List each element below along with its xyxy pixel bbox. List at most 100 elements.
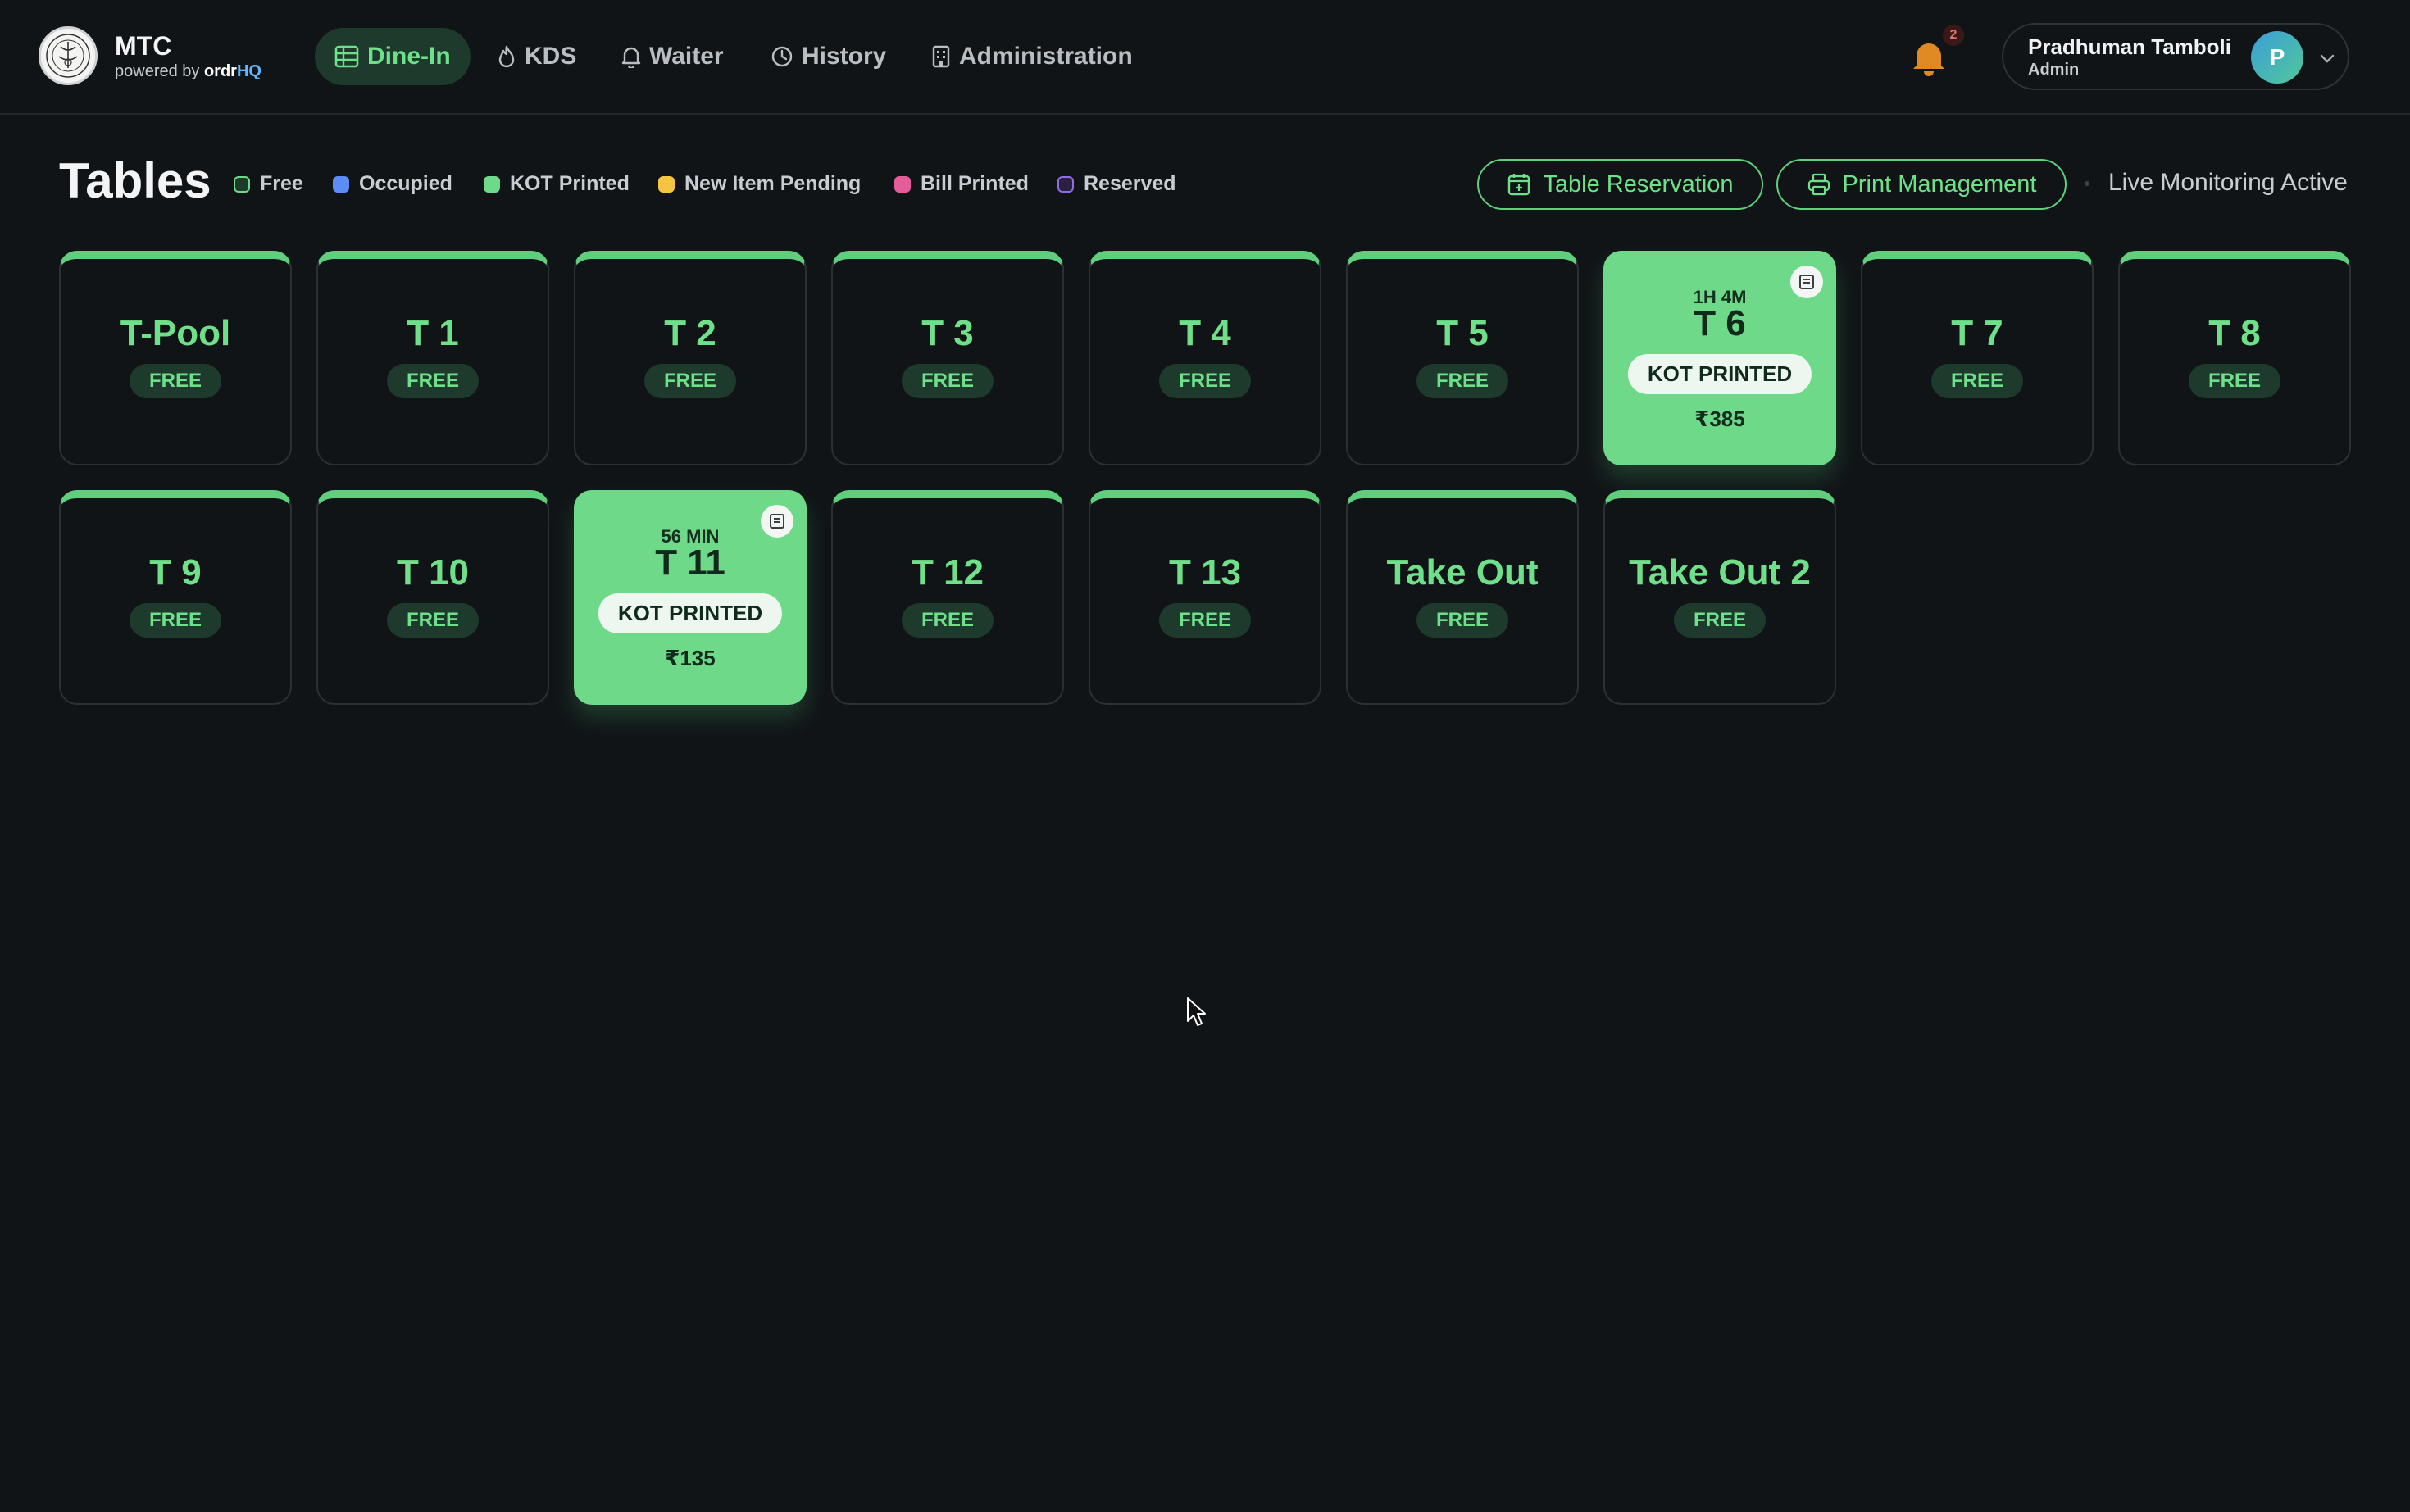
legend-reserved-label: Reserved: [1084, 172, 1176, 195]
legend-free-swatch: [234, 175, 250, 193]
table-name: T 5: [1436, 313, 1489, 353]
bell-icon: [621, 47, 641, 68]
powered-by-hq: HQ: [236, 62, 261, 80]
table-status-badge: FREE: [386, 603, 480, 638]
building-icon: [932, 45, 950, 68]
legend-reserved: Reserved: [1057, 172, 1176, 196]
table-card-t8[interactable]: T 8 FREE: [2118, 251, 2351, 465]
powered-by-prefix: powered by: [115, 62, 200, 80]
live-monitoring-status: Live Monitoring Active: [2108, 169, 2348, 196]
table-card-t13[interactable]: T 13 FREE: [1089, 490, 1321, 705]
table-status-badge: KOT PRINTED: [598, 593, 783, 633]
legend-occupied: Occupied: [333, 172, 452, 196]
table-reservation-label: Table Reservation: [1543, 170, 1734, 198]
legend-new-item-pending: New Item Pending: [658, 172, 861, 196]
table-card-t5[interactable]: T 5 FREE: [1346, 251, 1579, 465]
nav-administration-label: Administration: [959, 43, 1133, 70]
table-card-t10[interactable]: T 10 FREE: [316, 490, 549, 705]
table-card-t-pool[interactable]: T-Pool FREE: [59, 251, 292, 465]
flame-icon: [498, 45, 515, 68]
table-status-badge: FREE: [901, 364, 994, 398]
brand-name: MTC: [115, 31, 172, 61]
table-status-badge: FREE: [1673, 603, 1767, 638]
table-card-t11[interactable]: 56 MIN T 11 KOT PRINTED ₹135: [574, 490, 807, 705]
table-card-take-out[interactable]: Take Out FREE: [1346, 490, 1579, 705]
powered-by-brand: ordrHQ: [204, 62, 261, 80]
table-status-badge: FREE: [386, 364, 480, 398]
user-name: Pradhuman Tamboli: [2028, 34, 2231, 59]
table-amount: ₹385: [1694, 406, 1745, 431]
legend-occupied-label: Occupied: [359, 172, 452, 195]
table-card-t1[interactable]: T 1 FREE: [316, 251, 549, 465]
table-name: T 7: [1951, 313, 2003, 353]
user-role: Admin: [2028, 61, 2080, 79]
table-status-badge: FREE: [901, 603, 994, 638]
table-name: T 10: [396, 552, 470, 593]
nav-kds-label: KDS: [525, 43, 577, 70]
logo-emblem-icon: [46, 34, 90, 78]
page-title: Tables: [59, 153, 211, 208]
legend-reserved-swatch: [1057, 175, 1074, 193]
table-name: T 13: [1168, 552, 1242, 593]
table-card-t6[interactable]: 1H 4M T 6 KOT PRINTED ₹385: [1603, 251, 1836, 465]
table-card-t9[interactable]: T 9 FREE: [59, 490, 292, 705]
mtc-logo[interactable]: [39, 26, 98, 85]
notification-bell[interactable]: [1910, 38, 1948, 81]
table-card-t2[interactable]: T 2 FREE: [574, 251, 807, 465]
live-indicator-dot: [2085, 181, 2089, 186]
table-name: T 11: [655, 543, 725, 583]
nav-waiter[interactable]: Waiter: [621, 28, 724, 85]
table-status-badge: FREE: [1416, 603, 1509, 638]
nav-administration[interactable]: Administration: [931, 28, 1133, 85]
nav-dine-in[interactable]: Dine-In: [315, 28, 471, 85]
notification-count-badge: 2: [1943, 25, 1964, 46]
table-card-t12[interactable]: T 12 FREE: [831, 490, 1064, 705]
nav-waiter-label: Waiter: [649, 43, 724, 70]
table-name: T 12: [911, 552, 984, 593]
legend-free: Free: [234, 172, 303, 196]
table-card-t4[interactable]: T 4 FREE: [1089, 251, 1321, 465]
table-name: T 8: [2208, 313, 2261, 353]
brand-powered-by: powered by ordrHQ: [115, 62, 261, 81]
nav-dine-in-label: Dine-In: [367, 43, 451, 70]
table-status-badge: FREE: [129, 603, 222, 638]
table-status-badge: FREE: [1416, 364, 1509, 398]
nav-history-label: History: [802, 43, 887, 70]
table-status-badge: FREE: [1158, 603, 1252, 638]
legend-bill-printed-swatch: [894, 175, 911, 193]
legend-free-label: Free: [260, 172, 303, 195]
printer-icon: [1808, 173, 1830, 196]
table-name: T 1: [407, 313, 459, 353]
legend-new-item-pending-swatch: [658, 175, 675, 193]
user-menu[interactable]: Pradhuman Tamboli Admin P: [2002, 23, 2349, 90]
table-card-t7[interactable]: T 7 FREE: [1861, 251, 2094, 465]
table-name: Take Out 2: [1629, 552, 1811, 593]
table-status-badge: KOT PRINTED: [1627, 354, 1812, 394]
legend-kot-printed-swatch: [484, 175, 500, 193]
powered-by-name: ordr: [203, 62, 237, 80]
table-reservation-button[interactable]: Table Reservation: [1477, 159, 1763, 210]
table-name: T 3: [921, 313, 974, 353]
chevron-down-icon: [2320, 54, 2335, 63]
print-management-label: Print Management: [1842, 170, 2037, 198]
legend-new-item-pending-label: New Item Pending: [684, 172, 862, 195]
table-name: T 2: [664, 313, 716, 353]
nav-kds[interactable]: KDS: [497, 28, 576, 85]
nav-history[interactable]: History: [771, 28, 886, 85]
table-status-badge: FREE: [643, 364, 737, 398]
table-name: T-Pool: [120, 313, 231, 353]
table-status-badge: FREE: [2188, 364, 2281, 398]
table-name: T 9: [149, 552, 202, 593]
legend-bill-printed-label: Bill Printed: [921, 172, 1029, 195]
table-amount: ₹135: [665, 646, 716, 670]
table-card-t3[interactable]: T 3 FREE: [831, 251, 1064, 465]
table-name: Take Out: [1386, 552, 1539, 593]
table-name: T 4: [1179, 313, 1231, 353]
table-status-badge: FREE: [129, 364, 222, 398]
avatar: P: [2251, 31, 2303, 84]
table-card-take-out-2[interactable]: Take Out 2 FREE: [1603, 490, 1836, 705]
print-management-button[interactable]: Print Management: [1776, 159, 2067, 210]
legend-bill-printed: Bill Printed: [894, 172, 1029, 196]
table-grid-icon: [334, 45, 359, 68]
legend-kot-printed: KOT Printed: [484, 172, 630, 196]
